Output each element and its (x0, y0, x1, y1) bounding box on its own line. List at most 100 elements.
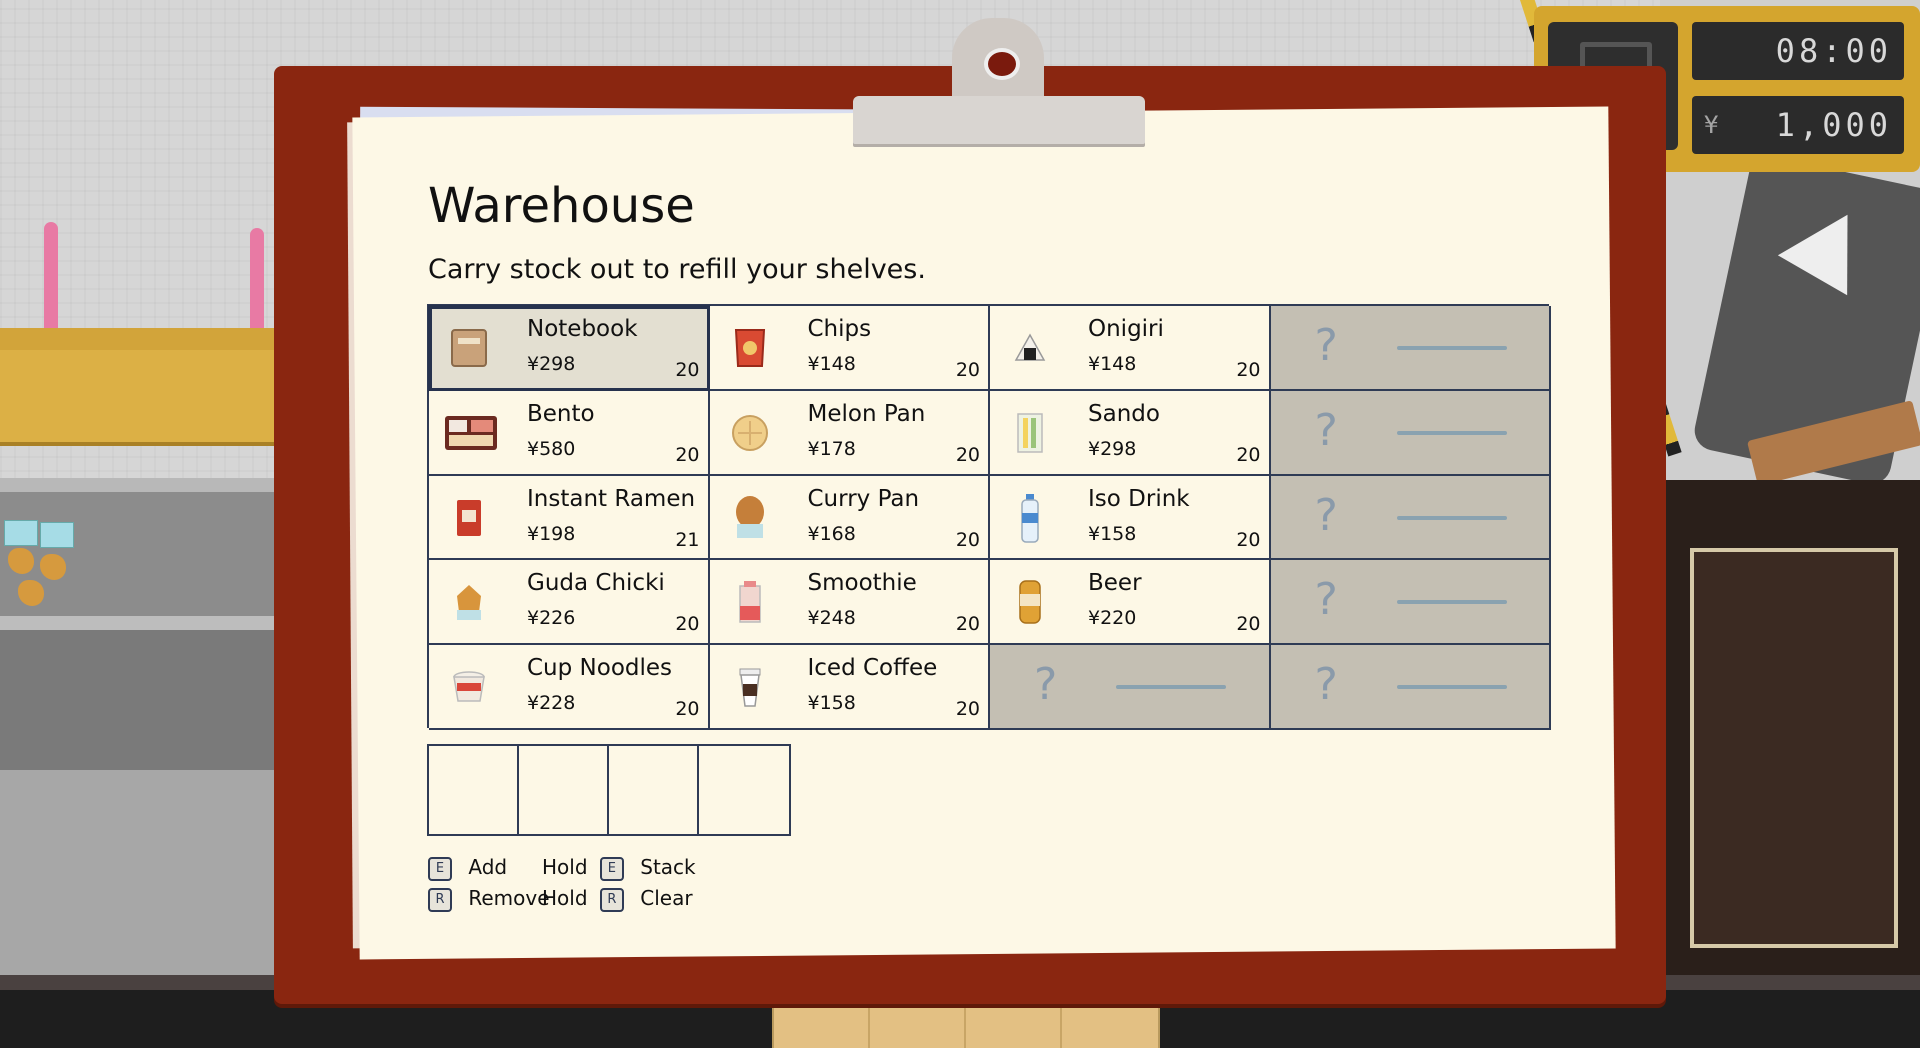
item-quantity: 20 (675, 613, 700, 636)
item-name: Instant Ramen (527, 485, 696, 512)
warehouse-item-beer[interactable]: Beer ¥220 20 (990, 560, 1271, 646)
iced-coffee-icon (730, 667, 770, 707)
control-add: E Add (428, 855, 507, 881)
clock-display: 08:00 (1692, 22, 1904, 80)
item-quantity: 20 (955, 528, 980, 551)
control-label: Clear (640, 886, 693, 910)
item-quantity: 20 (955, 698, 980, 721)
item-quantity: 21 (675, 528, 700, 551)
item-name: Beer (1088, 570, 1142, 597)
item-name: Smoothie (807, 570, 917, 597)
warehouse-item-curry-pan[interactable]: Curry Pan ¥168 20 (709, 475, 990, 561)
clipboard-clip (853, 96, 1145, 144)
item-quantity: 20 (1236, 443, 1261, 466)
item-price: ¥178 (807, 437, 856, 460)
locked-question-mark: ? (1314, 489, 1338, 541)
item-price: ¥228 (527, 692, 576, 715)
carry-slots (427, 744, 791, 836)
locked-placeholder-line (1396, 685, 1507, 690)
item-name: Curry Pan (807, 485, 920, 512)
warehouse-item-chips[interactable]: Chips ¥148 20 (709, 306, 990, 391)
control-label: Hold (542, 886, 588, 910)
beer-icon (1010, 580, 1050, 625)
warehouse-item-iso-drink[interactable]: Iso Drink ¥158 20 (990, 475, 1271, 561)
locked-question-mark: ? (1314, 404, 1338, 456)
control-stack: Hold E Stack (542, 855, 696, 881)
item-price: ¥148 (1088, 353, 1137, 375)
onigiri-icon (1010, 328, 1050, 368)
bento-icon (443, 413, 499, 453)
warehouse-item-melon-pan[interactable]: Melon Pan ¥178 20 (709, 390, 990, 476)
item-price: ¥298 (527, 353, 576, 375)
shelf-product (4, 520, 38, 546)
clipboard-stand (868, 1005, 870, 1048)
warehouse-item-cup-noodles[interactable]: Cup Noodles ¥228 20 (429, 645, 710, 730)
shelf-product (40, 554, 66, 580)
item-name: Chips (807, 316, 872, 342)
locked-question-mark: ? (1034, 659, 1058, 711)
warehouse-slot-locked: ? (1270, 390, 1551, 476)
warehouse-item-notebook[interactable]: Notebook ¥298 20 (428, 305, 711, 392)
item-quantity: 20 (675, 698, 700, 721)
item-price: ¥226 (527, 607, 576, 630)
warehouse-item-smoothie[interactable]: Smoothie ¥248 20 (709, 560, 990, 646)
carry-slot[interactable] (519, 746, 609, 834)
warehouse-item-iced-coffee[interactable]: Iced Coffee ¥158 20 (709, 645, 990, 730)
control-label: Stack (640, 855, 696, 879)
item-name: Notebook (527, 316, 638, 342)
warehouse-item-instant-ramen[interactable]: Instant Ramen ¥198 21 (429, 475, 710, 561)
item-name: Bento (527, 400, 595, 427)
locked-placeholder-line (1396, 346, 1507, 350)
curry-pan-icon (730, 495, 770, 538)
locked-placeholder-line (1396, 600, 1507, 605)
item-price: ¥248 (807, 607, 856, 630)
control-clear: Hold R Clear (542, 886, 693, 912)
chicken-icon (449, 582, 489, 622)
store-shelf (0, 616, 290, 780)
item-price: ¥158 (1088, 522, 1137, 545)
item-name: Melon Pan (807, 400, 926, 427)
locked-question-mark: ? (1314, 574, 1338, 626)
iso-drink-icon (1010, 493, 1050, 543)
warehouse-slot-locked: ? (1270, 475, 1551, 561)
item-name: Cup Noodles (527, 655, 673, 682)
money-amount: 1,000 (1775, 106, 1892, 144)
carry-slot[interactable] (429, 746, 519, 834)
warehouse-slot-locked: ? (1270, 306, 1551, 391)
item-quantity: 20 (675, 443, 700, 466)
clipboard-clip-hole (984, 48, 1020, 80)
locked-placeholder-line (1396, 430, 1507, 435)
chips-icon (730, 328, 770, 368)
item-price: ¥580 (527, 437, 576, 460)
control-remove: R Remove (428, 886, 550, 912)
shelf-divider (250, 228, 264, 330)
smoothie-icon (730, 581, 770, 624)
item-price: ¥158 (807, 692, 856, 715)
carry-slot[interactable] (609, 746, 699, 834)
key-e-icon: E (599, 856, 624, 881)
warehouse-slot-locked: ? (1270, 645, 1551, 730)
page-title: Warehouse (428, 178, 695, 234)
sando-icon (1010, 413, 1050, 453)
item-price: ¥148 (807, 353, 856, 375)
locked-placeholder-line (1396, 515, 1507, 520)
warehouse-grid: Notebook ¥298 20 Chips ¥148 20 Onigiri ¥… (427, 304, 1551, 730)
warehouse-item-sando[interactable]: Sando ¥298 20 (990, 390, 1271, 476)
store-shelf (0, 350, 290, 446)
clipboard-stand (1060, 1005, 1062, 1048)
carry-slot[interactable] (699, 746, 789, 834)
page-subtitle: Carry stock out to refill your shelves. (428, 254, 926, 285)
control-label: Remove (468, 886, 550, 910)
warehouse-item-bento[interactable]: Bento ¥580 20 (429, 390, 710, 476)
warehouse-slot-locked: ? (990, 645, 1271, 730)
shelf-product (40, 522, 74, 548)
locked-question-mark: ? (1314, 320, 1338, 371)
warehouse-item-onigiri[interactable]: Onigiri ¥148 20 (990, 306, 1271, 391)
money-display: ¥ 1,000 (1692, 96, 1904, 154)
warehouse-item-guda-chicki[interactable]: Guda Chicki ¥226 20 (429, 560, 710, 646)
warehouse-slot-locked: ? (1270, 560, 1551, 646)
clipboard-stand (772, 1005, 1160, 1048)
currency-symbol: ¥ (1704, 111, 1723, 139)
control-label: Add (468, 855, 508, 879)
store-shelf (0, 328, 290, 350)
